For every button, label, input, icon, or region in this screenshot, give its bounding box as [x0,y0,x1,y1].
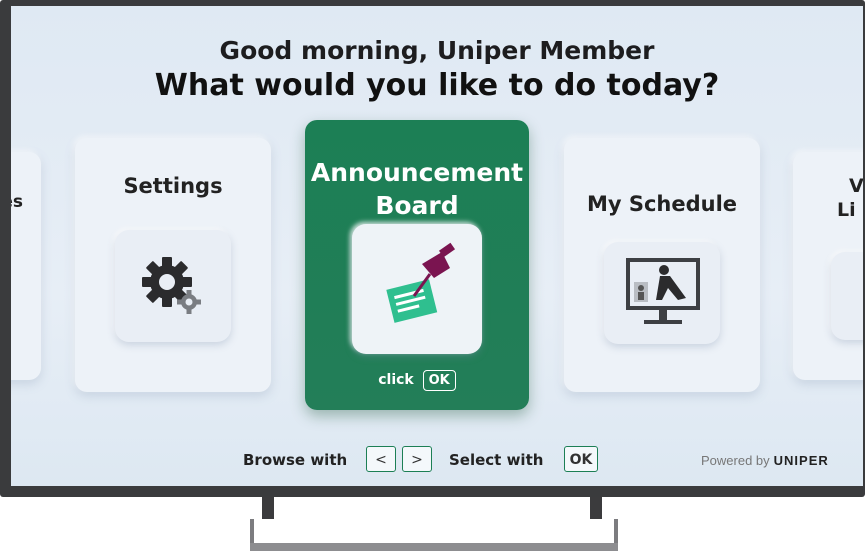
pushpin-note-icon [386,242,456,323]
announcement-icon-tile [352,224,482,354]
ok-key-hint: OK [422,370,456,391]
brand-logo: UNIPER [773,453,829,468]
tv-stand-left-leg [262,497,274,519]
tv-screen: Good morning, Uniper Member What would y… [11,6,863,486]
click-label: click [378,372,414,388]
monitor-exercise-icon [626,258,700,324]
announcement-label-line2: Board [375,191,459,220]
card-announcement-board[interactable]: Announcement Board click OK [305,120,529,410]
announcement-label-line1: Announcement [310,158,524,187]
ok-key-icon: OK [564,446,598,472]
card-partial-right-line1: V [849,175,863,197]
card-partial-right[interactable]: V Li [793,152,863,380]
browse-label: Browse with [243,451,348,469]
card-settings[interactable]: Settings [75,138,271,392]
select-label: Select with [449,451,544,469]
card-partial-left[interactable]: es [11,152,41,380]
prev-key-icon: < [366,446,396,472]
gear-icon [142,257,201,314]
schedule-label: My Schedule [586,192,738,216]
navigation-hint-bar: Browse with < > Select with OK Powered b… [11,446,863,474]
settings-label: Settings [123,174,223,198]
page-title: What would you like to do today? [154,68,720,103]
card-my-schedule[interactable]: My Schedule [564,138,760,392]
tv-stand-base [250,543,618,551]
schedule-icon-tile [604,242,720,344]
card-partial-right-line2: Li [837,199,856,221]
powered-by: Powered by UNIPER [701,453,829,468]
card-partial-left-label: es [11,192,23,212]
announcement-label: Announcement Board [305,156,529,222]
partial-icon-tile [831,252,863,340]
settings-icon-tile [115,230,231,342]
powered-by-label: Powered by [701,453,770,468]
next-key-icon: > [402,446,432,472]
greeting-text: Good morning, Uniper Member [219,36,655,65]
tv-stand-right-leg [590,497,602,519]
card-partial-right-label: V Li [793,174,863,222]
click-hint: click OK [305,370,529,391]
